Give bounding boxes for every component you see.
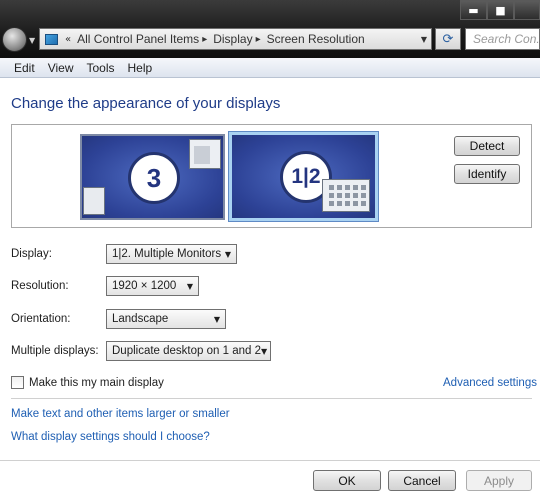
main-display-label[interactable]: Make this my main display xyxy=(29,377,164,389)
main-display-checkbox[interactable] xyxy=(11,376,24,389)
ok-button[interactable]: OK xyxy=(313,470,381,491)
close-button[interactable] xyxy=(514,0,540,20)
window-controls: ▬ ■ xyxy=(460,0,540,22)
menu-item-tools[interactable]: Tools xyxy=(86,61,114,75)
main-display-option: Make this my main display xyxy=(11,376,164,389)
search-input[interactable]: Search Con... xyxy=(465,28,540,50)
monitor-1-2[interactable]: 1|2 xyxy=(229,132,378,221)
recent-pages-dropdown-icon[interactable]: ▼ xyxy=(29,36,35,45)
window-thumbnail-icon xyxy=(322,179,370,212)
display-label: Display: xyxy=(11,248,52,260)
breadcrumb-display[interactable]: Display xyxy=(213,32,252,46)
multiple-displays-label: Multiple displays: xyxy=(11,345,99,357)
breadcrumb-separator-icon[interactable]: ▸ xyxy=(202,34,207,45)
text-size-link[interactable]: Make text and other items larger or smal… xyxy=(11,408,230,420)
resolution-value: 1920 × 1200 xyxy=(112,280,177,292)
orientation-label: Orientation: xyxy=(11,313,71,325)
address-dropdown-icon[interactable]: ▼ xyxy=(421,35,427,44)
divider xyxy=(0,460,540,461)
monitor-3[interactable]: 3 xyxy=(80,134,225,220)
detect-button[interactable]: Detect xyxy=(454,136,520,156)
multiple-displays-select[interactable]: Duplicate desktop on 1 and 2 ▼ xyxy=(106,341,271,361)
orientation-select[interactable]: Landscape ▼ xyxy=(106,309,226,329)
breadcrumb-separator-icon[interactable]: ▸ xyxy=(256,34,261,45)
divider xyxy=(11,398,532,399)
breadcrumb-screen-resolution[interactable]: Screen Resolution xyxy=(267,32,365,46)
overflow-chevron-icon[interactable]: « xyxy=(65,34,71,45)
dropdown-arrow-icon: ▼ xyxy=(224,249,231,259)
display-value: 1|2. Multiple Monitors xyxy=(112,248,222,260)
menu-item-help[interactable]: Help xyxy=(128,61,153,75)
dropdown-arrow-icon: ▼ xyxy=(186,281,193,291)
refresh-icon[interactable]: ⟳ xyxy=(435,28,461,50)
advanced-settings-link[interactable]: Advanced settings xyxy=(443,377,537,389)
address-bar[interactable]: « All Control Panel Items ▸ Display ▸ Sc… xyxy=(39,28,432,50)
resolution-label: Resolution: xyxy=(11,280,69,292)
orientation-value: Landscape xyxy=(112,313,169,325)
apply-button[interactable]: Apply xyxy=(466,470,532,491)
display-settings-help-link[interactable]: What display settings should I choose? xyxy=(11,431,210,443)
back-button[interactable] xyxy=(2,27,27,52)
maximize-button[interactable]: ■ xyxy=(487,0,514,20)
identify-button[interactable]: Identify xyxy=(454,164,520,184)
cancel-button[interactable]: Cancel xyxy=(388,470,456,491)
dropdown-arrow-icon: ▼ xyxy=(213,314,220,324)
menu-item-edit[interactable]: Edit xyxy=(14,61,35,75)
window-thumbnail-icon xyxy=(83,187,105,215)
dropdown-arrow-icon: ▼ xyxy=(260,346,268,356)
monitor-number-3: 3 xyxy=(128,152,180,204)
title-bar: ▬ ■ ▼ « All Control Panel Items ▸ Displa… xyxy=(0,0,540,58)
display-select[interactable]: 1|2. Multiple Monitors ▼ xyxy=(106,244,237,264)
window-thumbnail-icon xyxy=(189,139,221,169)
menu-bar: Edit View Tools Help xyxy=(0,58,540,78)
control-panel-icon xyxy=(45,33,58,45)
breadcrumb-all-control-panel-items[interactable]: All Control Panel Items xyxy=(77,32,199,46)
page-title: Change the appearance of your displays xyxy=(11,95,281,112)
menu-item-view[interactable]: View xyxy=(48,61,74,75)
multiple-displays-value: Duplicate desktop on 1 and 2 xyxy=(112,345,261,357)
minimize-button[interactable]: ▬ xyxy=(460,0,487,20)
resolution-select[interactable]: 1920 × 1200 ▼ xyxy=(106,276,199,296)
